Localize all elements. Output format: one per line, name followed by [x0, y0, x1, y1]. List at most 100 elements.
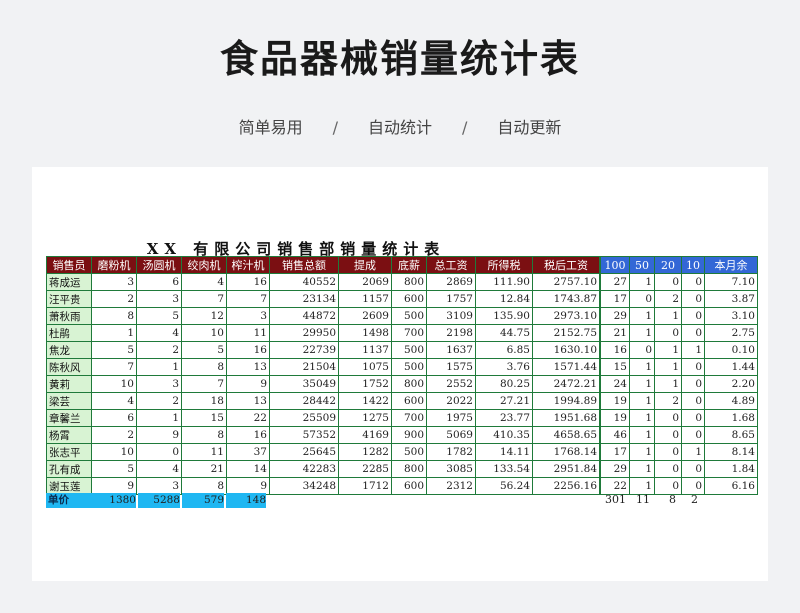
column-header[interactable]: 汤圆机 [136, 256, 182, 274]
table-cell[interactable]: 16 [226, 341, 270, 359]
table-cell[interactable]: 9 [226, 477, 270, 495]
salesperson-cell[interactable]: 黄莉 [46, 375, 92, 393]
table-cell[interactable]: 1137 [338, 341, 392, 359]
table-cell[interactable]: 25509 [269, 409, 339, 427]
table-cell[interactable]: 2312 [426, 477, 476, 495]
denomination-header[interactable]: 本月余 [704, 256, 758, 274]
denomination-header[interactable]: 10 [681, 256, 705, 274]
table-cell[interactable]: 1752 [338, 375, 392, 393]
table-cell[interactable]: 800 [391, 460, 427, 478]
table-cell[interactable]: 1768.14 [532, 443, 600, 461]
table-cell[interactable]: 19 [600, 392, 630, 410]
table-cell[interactable]: 111.90 [475, 273, 533, 291]
unit-price-juicer[interactable]: 148 [226, 493, 266, 508]
table-cell[interactable]: 1 [629, 307, 655, 325]
table-cell[interactable]: 40552 [269, 273, 339, 291]
table-cell[interactable]: 7 [181, 375, 227, 393]
table-cell[interactable]: 11 [226, 324, 270, 342]
table-cell[interactable]: 80.25 [475, 375, 533, 393]
total-50[interactable]: 11 [628, 493, 650, 506]
table-cell[interactable]: 17 [600, 290, 630, 308]
table-cell[interactable]: 0 [654, 409, 682, 427]
table-cell[interactable]: 11 [181, 443, 227, 461]
column-header[interactable]: 税后工资 [532, 256, 600, 274]
table-cell[interactable]: 135.90 [475, 307, 533, 325]
table-cell[interactable]: 1275 [338, 409, 392, 427]
table-cell[interactable]: 0 [681, 426, 705, 444]
column-header[interactable]: 总工资 [426, 256, 476, 274]
table-cell[interactable]: 0 [681, 392, 705, 410]
table-cell[interactable]: 1782 [426, 443, 476, 461]
table-cell[interactable]: 410.35 [475, 426, 533, 444]
table-cell[interactable]: 2973.10 [532, 307, 600, 325]
salesperson-cell[interactable]: 张志平 [46, 443, 92, 461]
salesperson-cell[interactable]: 杜鹃 [46, 324, 92, 342]
table-cell[interactable]: 44.75 [475, 324, 533, 342]
table-cell[interactable]: 1 [629, 324, 655, 342]
table-cell[interactable]: 1 [654, 307, 682, 325]
table-cell[interactable]: 0.10 [704, 341, 758, 359]
column-header[interactable]: 榨汁机 [226, 256, 270, 274]
salesperson-cell[interactable]: 蒋成运 [46, 273, 92, 291]
table-cell[interactable]: 2198 [426, 324, 476, 342]
table-cell[interactable]: 2 [654, 290, 682, 308]
table-cell[interactable]: 2869 [426, 273, 476, 291]
table-cell[interactable]: 600 [391, 392, 427, 410]
table-cell[interactable]: 21504 [269, 358, 339, 376]
table-cell[interactable]: 2 [136, 341, 182, 359]
table-cell[interactable]: 2.20 [704, 375, 758, 393]
table-cell[interactable]: 5 [91, 341, 137, 359]
total-20[interactable]: 8 [652, 493, 676, 506]
table-cell[interactable]: 3085 [426, 460, 476, 478]
table-cell[interactable]: 27.21 [475, 392, 533, 410]
table-cell[interactable]: 6 [91, 409, 137, 427]
table-cell[interactable]: 1 [629, 443, 655, 461]
table-cell[interactable]: 2 [91, 290, 137, 308]
table-cell[interactable]: 1 [91, 324, 137, 342]
table-cell[interactable]: 2 [91, 426, 137, 444]
table-cell[interactable]: 22739 [269, 341, 339, 359]
table-cell[interactable]: 600 [391, 477, 427, 495]
table-cell[interactable]: 1 [136, 358, 182, 376]
table-cell[interactable]: 34248 [269, 477, 339, 495]
table-cell[interactable]: 8 [91, 307, 137, 325]
table-cell[interactable]: 0 [681, 375, 705, 393]
table-cell[interactable]: 12.84 [475, 290, 533, 308]
table-cell[interactable]: 57352 [269, 426, 339, 444]
table-cell[interactable]: 7 [91, 358, 137, 376]
table-cell[interactable]: 18 [181, 392, 227, 410]
table-cell[interactable]: 4 [136, 324, 182, 342]
table-cell[interactable]: 24 [600, 375, 630, 393]
column-header[interactable]: 所得税 [475, 256, 533, 274]
table-cell[interactable]: 0 [654, 477, 682, 495]
table-cell[interactable]: 8 [181, 477, 227, 495]
table-cell[interactable]: 15 [600, 358, 630, 376]
table-cell[interactable]: 1498 [338, 324, 392, 342]
table-cell[interactable]: 500 [391, 307, 427, 325]
table-cell[interactable]: 19 [600, 409, 630, 427]
table-cell[interactable]: 0 [654, 324, 682, 342]
table-cell[interactable]: 23.77 [475, 409, 533, 427]
table-cell[interactable]: 35049 [269, 375, 339, 393]
denomination-header[interactable]: 20 [654, 256, 682, 274]
table-cell[interactable]: 37 [226, 443, 270, 461]
table-cell[interactable]: 2472.21 [532, 375, 600, 393]
total-10[interactable]: 2 [678, 493, 698, 506]
table-cell[interactable]: 1712 [338, 477, 392, 495]
table-cell[interactable]: 56.24 [475, 477, 533, 495]
table-cell[interactable]: 9 [136, 426, 182, 444]
table-cell[interactable]: 7 [181, 290, 227, 308]
column-header[interactable]: 销售员 [46, 256, 92, 274]
table-cell[interactable]: 25645 [269, 443, 339, 461]
table-cell[interactable]: 29 [600, 460, 630, 478]
unit-price-grinder[interactable]: 1380 [94, 493, 136, 508]
table-cell[interactable]: 2256.16 [532, 477, 600, 495]
table-cell[interactable]: 3.87 [704, 290, 758, 308]
table-cell[interactable]: 3 [136, 290, 182, 308]
table-cell[interactable]: 29950 [269, 324, 339, 342]
table-cell[interactable]: 2 [136, 392, 182, 410]
table-cell[interactable]: 9 [91, 477, 137, 495]
table-cell[interactable]: 17 [600, 443, 630, 461]
table-cell[interactable]: 13 [226, 358, 270, 376]
table-cell[interactable]: 8.65 [704, 426, 758, 444]
